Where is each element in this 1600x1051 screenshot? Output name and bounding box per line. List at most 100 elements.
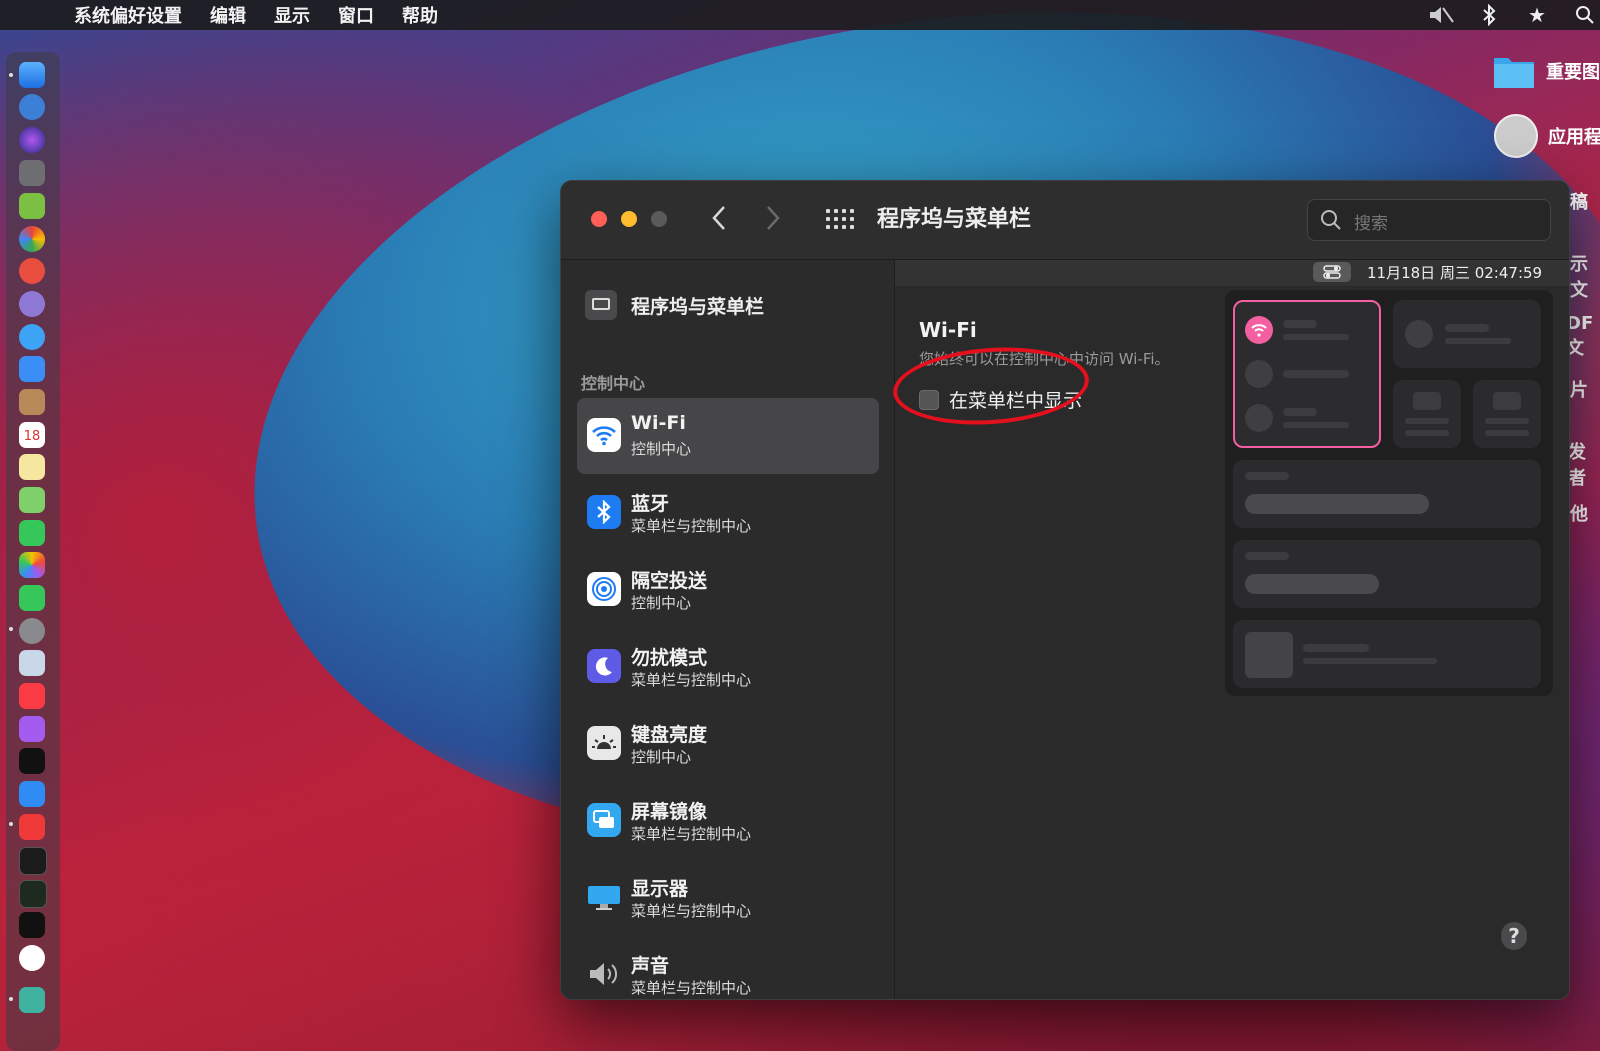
desktop-app[interactable]: 应用程 xyxy=(1494,114,1600,158)
placeholder-bar xyxy=(1283,320,1317,328)
forward-chevron-icon[interactable] xyxy=(765,205,781,236)
running-indicator xyxy=(9,73,13,77)
sidebar-item-title: 蓝牙 xyxy=(631,493,670,515)
minimize-button[interactable] xyxy=(621,211,637,227)
airdrop-icon xyxy=(587,572,621,606)
desktop-label-fragment: 示文 xyxy=(1570,254,1588,301)
sidebar-item-bluetooth[interactable]: 蓝牙 菜单栏与控制中心 xyxy=(577,475,879,551)
red-app-icon[interactable] xyxy=(19,258,45,284)
sidebar-item-do-not-disturb[interactable]: 勿扰模式 菜单栏与控制中心 xyxy=(577,629,879,705)
activity-monitor-icon[interactable] xyxy=(19,880,47,908)
search-icon xyxy=(1321,210,1341,230)
sidebar-item-title: Wi-Fi xyxy=(631,412,686,434)
close-button[interactable] xyxy=(591,211,607,227)
placeholder-dot xyxy=(1405,320,1433,348)
menubar-clock: 11月18日 周三 02:47:59 xyxy=(1367,264,1543,282)
spotlight-icon[interactable] xyxy=(1570,0,1600,30)
yandex-icon[interactable] xyxy=(19,945,45,971)
sidebar-item-wifi[interactable]: Wi-Fi 控制中心 xyxy=(577,398,879,474)
connectivity-tile-highlighted xyxy=(1233,300,1381,448)
sound-slider-tile xyxy=(1233,540,1541,608)
siri-icon[interactable] xyxy=(19,127,45,153)
maps-icon[interactable] xyxy=(19,487,45,513)
podcasts-icon[interactable] xyxy=(19,716,45,742)
menu-app-name[interactable]: 系统偏好设置 xyxy=(74,2,182,28)
notes-icon[interactable] xyxy=(19,454,45,480)
sidebar: 程序坞与菜单栏 控制中心 Wi-Fi 控制中心 蓝牙 菜单栏与控制中心 隔空投送… xyxy=(561,260,895,999)
control-center-preview xyxy=(1225,290,1553,696)
console-icon[interactable] xyxy=(19,912,45,938)
placeholder-bar xyxy=(1413,392,1441,410)
search-placeholder: 搜索 xyxy=(1354,214,1388,234)
calendar-icon[interactable]: 18 xyxy=(19,422,45,448)
apple-tv-icon[interactable] xyxy=(19,748,45,774)
help-button[interactable]: ? xyxy=(1501,922,1527,950)
bluetooth-status-icon[interactable] xyxy=(1474,0,1504,30)
wifi-icon xyxy=(587,418,621,452)
zoom-button[interactable] xyxy=(651,211,667,227)
sidebar-item-airdrop[interactable]: 隔空投送 控制中心 xyxy=(577,552,879,628)
photos-icon[interactable] xyxy=(19,552,45,578)
keynote-icon[interactable] xyxy=(19,650,45,676)
app-store-compass-icon[interactable] xyxy=(19,94,45,120)
android-icon[interactable] xyxy=(19,193,45,219)
purple-app-icon[interactable] xyxy=(19,291,45,317)
music-icon[interactable] xyxy=(19,683,45,709)
sidebar-item-dock-menubar[interactable]: 程序坞与菜单栏 xyxy=(585,290,764,320)
terminal-icon[interactable] xyxy=(19,847,47,875)
running-indicator xyxy=(9,822,13,826)
menu-view[interactable]: 显示 xyxy=(274,2,310,28)
preview-icon[interactable] xyxy=(19,987,45,1013)
mail-icon[interactable] xyxy=(19,356,45,382)
sidebar-item-screen-mirroring[interactable]: 屏幕镜像 菜单栏与控制中心 xyxy=(577,783,879,859)
search-field[interactable]: 搜索 xyxy=(1307,199,1551,241)
placeholder-bar xyxy=(1445,338,1511,344)
sidebar-item-subtitle: 菜单栏与控制中心 xyxy=(631,902,752,920)
system-preferences-icon[interactable] xyxy=(19,618,45,644)
small-tile xyxy=(1393,380,1461,448)
star-icon[interactable]: ★ xyxy=(1522,0,1552,30)
app-store-icon[interactable] xyxy=(19,781,45,807)
desktop-item-label: 应用程 xyxy=(1548,127,1600,148)
menu-edit[interactable]: 编辑 xyxy=(210,2,246,28)
sidebar-item-sound[interactable]: 声音 菜单栏与控制中心 xyxy=(577,937,879,999)
menu-window[interactable]: 窗口 xyxy=(338,2,374,28)
chrome-icon[interactable] xyxy=(19,226,45,252)
desktop-label-fragment: 他 xyxy=(1570,504,1588,525)
placeholder-bar xyxy=(1283,422,1349,428)
running-indicator xyxy=(9,627,13,631)
title-bar: 程序坞与菜单栏 搜索 xyxy=(561,181,1569,260)
desktop-label-fragment: 稿 xyxy=(1570,192,1588,213)
messages-icon[interactable] xyxy=(19,520,45,546)
contacts-icon[interactable] xyxy=(19,389,45,415)
small-tile xyxy=(1473,380,1541,448)
window-title: 程序坞与菜单栏 xyxy=(877,207,1032,232)
now-playing-tile xyxy=(1233,620,1541,688)
facetime-icon[interactable] xyxy=(19,585,45,611)
running-indicator xyxy=(9,997,13,1001)
detail-pane: 11月18日 周三 02:47:59 Wi-Fi 您始终可以在控制中心中访问 W… xyxy=(890,260,1569,999)
dnd-tile xyxy=(1393,300,1541,368)
finder-icon[interactable] xyxy=(19,62,45,88)
menu-help[interactable]: 帮助 xyxy=(402,2,438,28)
sidebar-item-title: 键盘亮度 xyxy=(631,724,708,746)
back-chevron-icon[interactable] xyxy=(711,205,727,236)
sidebar-item-displays[interactable]: 显示器 菜单栏与控制中心 xyxy=(577,860,879,936)
placeholder-slider xyxy=(1245,574,1379,594)
launchpad-icon[interactable] xyxy=(19,160,45,186)
placeholder-bar xyxy=(1283,334,1349,340)
desktop-label-fragment: DF文 xyxy=(1566,313,1594,359)
apple-menu-icon[interactable] xyxy=(30,3,52,27)
desktop-folder[interactable]: 重要图 xyxy=(1492,52,1600,90)
vivaldi-icon[interactable] xyxy=(19,814,45,840)
placeholder-bar xyxy=(1283,408,1317,416)
desktop-label-fragment: 片 xyxy=(1570,380,1588,401)
show-all-grid-icon[interactable] xyxy=(826,209,854,229)
placeholder-bar xyxy=(1405,418,1449,424)
mute-icon[interactable] xyxy=(1426,0,1456,30)
sidebar-item-keyboard-brightness[interactable]: 键盘亮度 控制中心 xyxy=(577,706,879,782)
safari-icon[interactable] xyxy=(19,324,45,350)
sidebar-item-subtitle: 菜单栏与控制中心 xyxy=(631,671,752,689)
speaker-icon xyxy=(587,957,621,991)
menubar-preview-strip: 11月18日 周三 02:47:59 xyxy=(895,260,1569,286)
